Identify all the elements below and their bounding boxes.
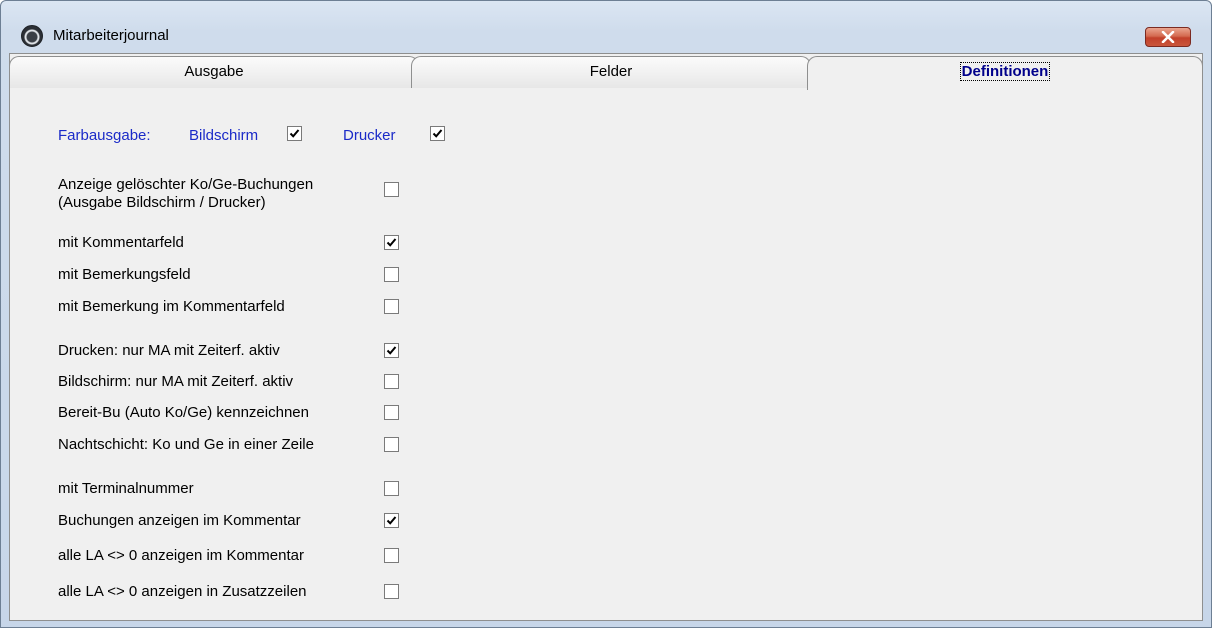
check-icon — [386, 238, 397, 247]
check-icon — [386, 516, 397, 525]
drucker-checkbox[interactable] — [430, 126, 445, 141]
farbausgabe-label: Farbausgabe: — [58, 127, 151, 144]
option-label: alle LA <> 0 anzeigen in Zusatzzeilen — [58, 583, 307, 600]
option-label: alle LA <> 0 anzeigen im Kommentar — [58, 547, 304, 564]
option-checkbox-bildschirm-ma[interactable] — [384, 374, 399, 389]
tab-label: Felder — [589, 63, 633, 80]
option-label: Nachtschicht: Ko und Ge in einer Zeile — [58, 436, 314, 453]
option-label: Bereit-Bu (Auto Ko/Ge) kennzeichnen — [58, 404, 309, 421]
option-checkbox-la-kommentar[interactable] — [384, 548, 399, 563]
tab-strip: Ausgabe Felder Definitionen — [9, 56, 1205, 90]
option-checkbox-geloeschte[interactable] — [384, 182, 399, 197]
check-icon — [386, 346, 397, 355]
option-checkbox-drucken-ma[interactable] — [384, 343, 399, 358]
option-label: (Ausgabe Bildschirm / Drucker) — [58, 194, 266, 211]
tab-label: Ausgabe — [184, 63, 244, 80]
option-checkbox-nachtschicht[interactable] — [384, 437, 399, 452]
option-label: mit Bemerkungsfeld — [58, 266, 191, 283]
tab-ausgabe[interactable]: Ausgabe — [9, 56, 419, 88]
option-label: Bildschirm: nur MA mit Zeiterf. aktiv — [58, 373, 294, 390]
option-label: mit Kommentarfeld — [58, 234, 184, 251]
app-icon — [21, 25, 43, 47]
tab-felder[interactable]: Felder — [411, 56, 811, 88]
option-checkbox-bereit-bu[interactable] — [384, 405, 399, 420]
option-checkbox-la-zusatzzeilen[interactable] — [384, 584, 399, 599]
option-label: Anzeige gelöschter Ko/Ge-Buchungen — [58, 176, 314, 193]
bildschirm-checkbox[interactable] — [287, 126, 302, 141]
option-checkbox-bemerkungsfeld[interactable] — [384, 267, 399, 282]
option-checkbox-buchungen-kommentar[interactable] — [384, 513, 399, 528]
tab-label: Definitionen — [959, 62, 1051, 81]
drucker-label: Drucker — [343, 127, 396, 144]
titlebar[interactable]: Mitarbeiterjournal — [1, 1, 1211, 49]
option-label: mit Terminalnummer — [58, 480, 194, 497]
window: Mitarbeiterjournal Ausgabe Felder Defini… — [0, 0, 1212, 628]
close-icon — [1161, 31, 1175, 43]
option-checkbox-kommentarfeld[interactable] — [384, 235, 399, 250]
option-label: Drucken: nur MA mit Zeiterf. aktiv — [58, 342, 280, 359]
window-title: Mitarbeiterjournal — [53, 27, 169, 44]
option-checkbox-bemerkung-kommentar[interactable] — [384, 299, 399, 314]
option-label: Buchungen anzeigen im Kommentar — [58, 512, 301, 529]
tab-definitionen[interactable]: Definitionen — [807, 56, 1203, 90]
check-icon — [432, 129, 443, 138]
check-icon — [289, 129, 300, 138]
option-label: mit Bemerkung im Kommentarfeld — [58, 298, 285, 315]
bildschirm-label: Bildschirm — [189, 127, 259, 144]
option-checkbox-terminalnummer[interactable] — [384, 481, 399, 496]
close-button[interactable] — [1145, 27, 1191, 47]
